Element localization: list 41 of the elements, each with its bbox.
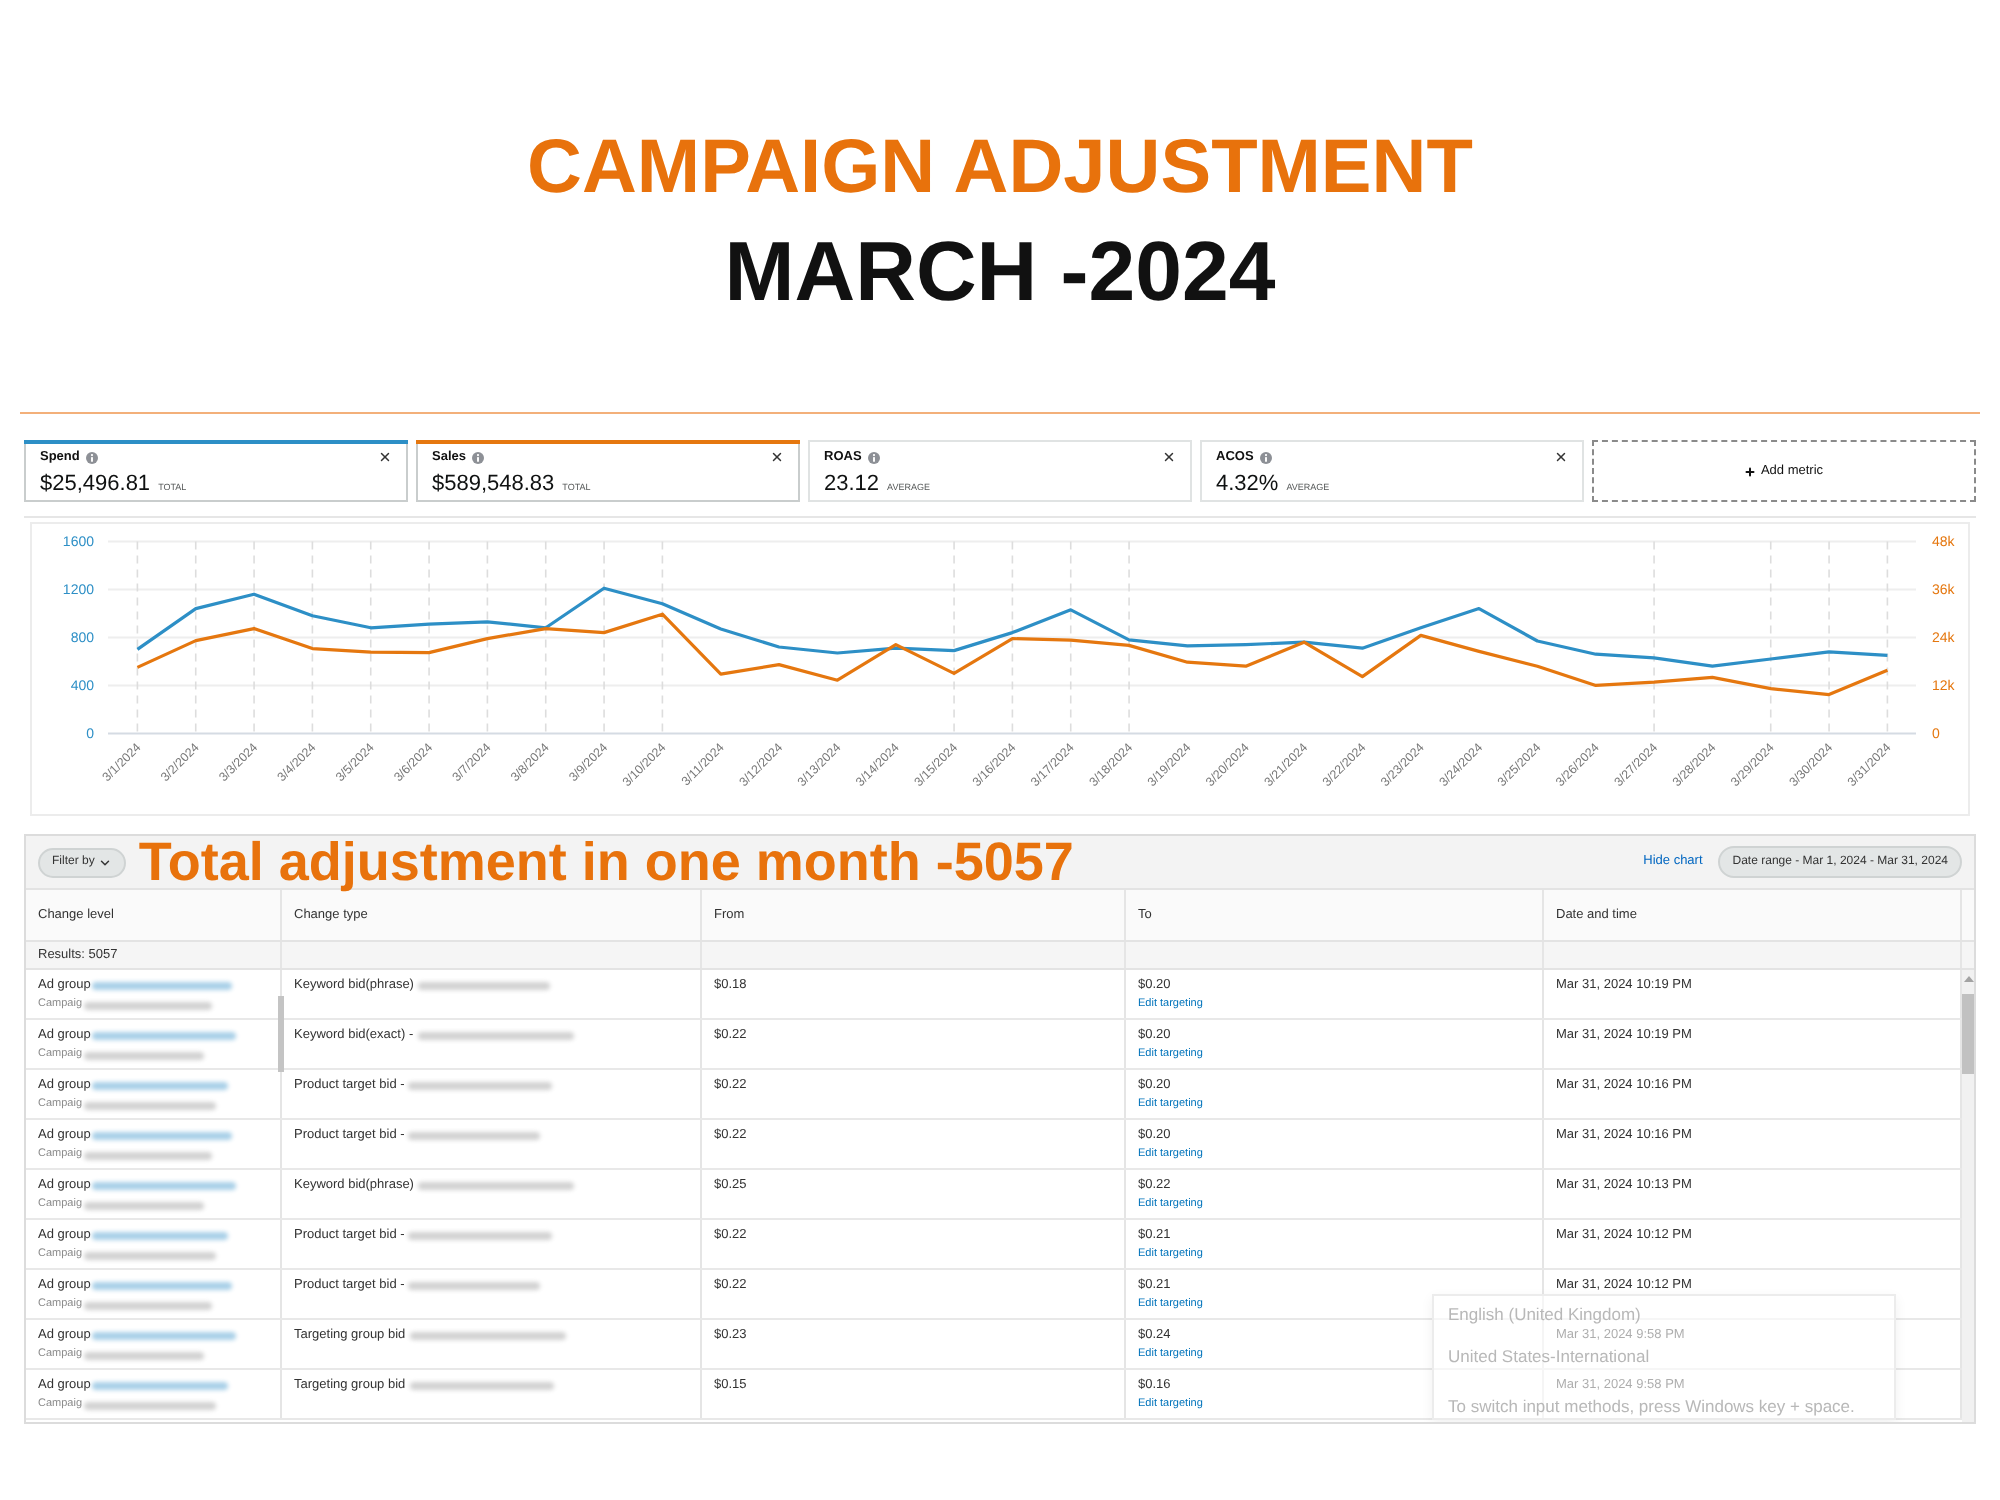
blurred-text <box>84 1051 205 1059</box>
close-icon[interactable] <box>378 450 392 464</box>
blurred-text <box>92 1131 233 1139</box>
blurred-text <box>92 981 233 989</box>
page-title: CAMPAIGN ADJUSTMENT <box>527 128 1473 208</box>
blurred-text <box>92 1231 229 1239</box>
chevron-down-icon <box>98 855 113 869</box>
metric-value: 4.32% <box>1216 472 1279 498</box>
scrollbar-thumb[interactable] <box>278 996 283 1072</box>
blurred-text <box>84 1351 205 1359</box>
blurred-text <box>84 1151 213 1159</box>
blurred-text <box>84 1201 205 1209</box>
blurred-text <box>84 1401 217 1409</box>
blurred-text <box>92 1081 229 1089</box>
blurred-text <box>84 1001 213 1009</box>
blurred-text <box>417 981 550 989</box>
blurred-text <box>92 1381 229 1389</box>
close-icon[interactable] <box>770 450 784 464</box>
blurred-text <box>408 1281 541 1289</box>
close-icon[interactable] <box>1162 450 1176 464</box>
blurred-text <box>84 1101 217 1109</box>
close-icon[interactable] <box>1554 450 1568 464</box>
popup-text: United States-International <box>1448 1346 1650 1366</box>
popup-text: English (United Kingdom) <box>1448 1304 1641 1324</box>
metric-value: 23.12 <box>824 472 880 498</box>
page-subtitle: MARCH -2024 <box>724 232 1276 312</box>
info-icon <box>867 451 880 463</box>
plus-icon <box>1744 465 1757 477</box>
scrollbar-thumb[interactable] <box>1962 994 1974 1074</box>
metric-value: $25,496.81 <box>40 472 151 498</box>
annotation-text: Total adjustment in one month -5057 <box>138 836 1074 890</box>
blurred-text <box>84 1251 217 1259</box>
popup-text: To switch input methods, press Windows key + space. <box>1448 1396 1855 1416</box>
info-icon <box>85 451 98 463</box>
info-icon <box>1259 451 1272 463</box>
info-icon <box>472 451 484 463</box>
blurred-text <box>92 1281 233 1289</box>
metric-value: $589,548.83 <box>432 472 555 498</box>
scrollbar[interactable] <box>1962 970 1974 1422</box>
blurred-text <box>84 1301 213 1309</box>
blurred-text <box>408 1131 541 1139</box>
